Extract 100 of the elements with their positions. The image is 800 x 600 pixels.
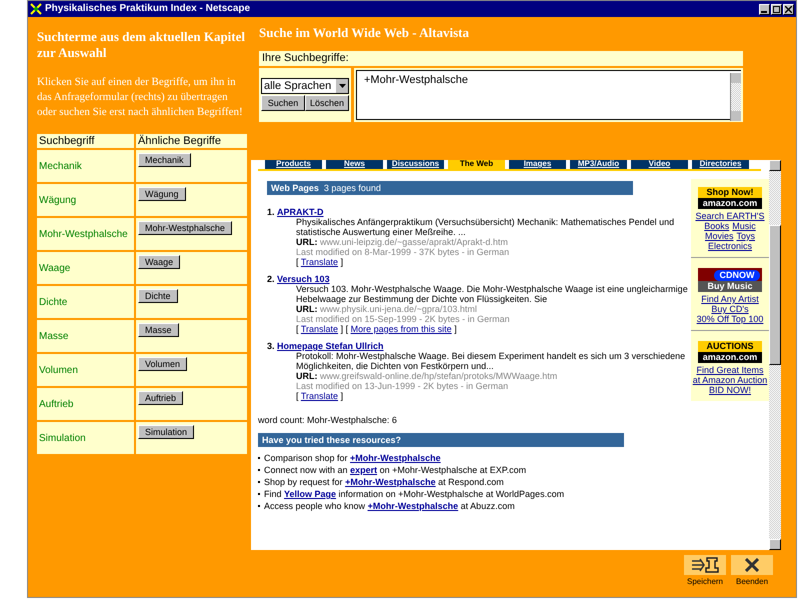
result-snippet: Versuch 103. Mohr-Westphalsche Waage. Die Mohr-Westphalsche Waage ist eine ungleicharmige Hebelwaage zur Bestimmung der Dichte von Flüssigkeiten. Sie [296, 284, 689, 304]
close-icon [785, 6, 792, 12]
term-cell: Dichte [37, 286, 136, 318]
ad-link[interactable]: Music [732, 221, 756, 231]
ad-link[interactable]: Search EARTH'S [695, 211, 765, 221]
form-button[interactable]: Löschen [305, 95, 349, 111]
maximize-icon [773, 6, 780, 12]
bracket: [ [296, 257, 299, 267]
ad-link[interactable]: Electronics [708, 241, 752, 251]
dropdown-caret-icon [338, 84, 346, 88]
term-cell: Masse [37, 320, 136, 352]
auctions-logo[interactable]: AUCTIONS amazon.com [698, 341, 762, 363]
term-cell: Mohr-Westphalsche [37, 218, 136, 250]
term-cell: Auftrieb [37, 388, 136, 420]
language-select[interactable]: alle Sprachen [261, 78, 349, 94]
bracket: [ [296, 391, 299, 401]
result-number: 1. [267, 207, 275, 217]
section-heading: Suche im World Wide Web - Altavista [259, 25, 470, 41]
result-title-link[interactable]: Versuch 103 [277, 274, 330, 284]
result-snippet: Protokoll: Mohr-Westphalsche Waage. Bei diesem Experiment handelt es sich um 3 verschiedene Möglichkeiten, die Dichten von Festkörpern und... [296, 351, 686, 371]
resource-link[interactable]: +Mohr-Westphalsche [350, 453, 441, 463]
resource-link[interactable]: +Mohr-Westphalsche [368, 501, 458, 511]
term-cell: Simulation [37, 422, 136, 454]
similar-term-button[interactable]: Dichte [138, 289, 178, 303]
bracket: ] [340, 391, 344, 401]
tab[interactable]: Directories [692, 160, 749, 169]
similar-term-button[interactable]: Volumen [138, 357, 188, 371]
url-label: URL: [296, 371, 318, 381]
tab[interactable]: The Web [448, 160, 505, 169]
resource-text: Shop by request for +Mohr-Westphalsche at Respond.com [264, 477, 504, 487]
resource-link[interactable]: Yellow Page [284, 489, 336, 499]
result-title-link[interactable]: APRAKT-D [277, 207, 324, 217]
tab[interactable]: MP3/Audio [570, 160, 627, 169]
ad-link[interactable]: Books [704, 221, 730, 231]
close-button[interactable] [783, 4, 794, 14]
export-icon [691, 557, 719, 573]
result-url: www.uni-leipzig.de/~gasse/aprakt/Aprakt-d.htm [320, 237, 508, 247]
result-modified: Last modified on 8-Mar-1999 - 37K bytes - in German [296, 247, 510, 257]
bracket: [ [296, 324, 299, 334]
resource-text: Find Yellow Page information on +Mohr-Westphalsche at WorldPages.com [264, 489, 564, 499]
ad-link[interactable]: 30% Off Top 100 [696, 314, 764, 324]
tab[interactable]: Discussions [387, 160, 444, 169]
resource-link[interactable]: expert [350, 465, 378, 475]
result-title-link[interactable]: Homepage Stefan Ullrich [277, 341, 384, 351]
column-header: Suchbegriff [37, 134, 136, 148]
ad-link[interactable]: BID NOW! [709, 385, 751, 395]
field-label: Ihre Suchbegriffe: [259, 51, 743, 66]
result-modified: Last modified on 15-Sep-1999 - 2K bytes - in German [296, 314, 511, 324]
result-link[interactable]: Translate [300, 257, 338, 267]
similar-term-button[interactable]: Auftrieb [138, 391, 184, 405]
result-link[interactable]: More pages from this site [350, 324, 452, 334]
app-icon [30, 3, 42, 15]
query-field[interactable]: +Mohr-Westphalsche [356, 70, 741, 120]
result-number: 2. [267, 274, 275, 284]
result-modified: Last modified on 13-Jun-1999 - 2K bytes - in German [296, 381, 510, 391]
similar-term-button[interactable]: Masse [138, 323, 179, 337]
minimize-button[interactable] [759, 4, 770, 14]
resource-link[interactable]: +Mohr-Westphalsche [345, 477, 436, 487]
scrollbar[interactable] [730, 73, 741, 121]
cdnow-logo[interactable]: CDNOW Buy Music [698, 268, 762, 292]
section-heading: Suchterme aus dem aktuellen Kapitel zur Auswahl [37, 29, 246, 61]
bracket: ] [340, 324, 344, 334]
ad-link[interactable]: Find Any Artist [701, 294, 759, 304]
resource-text: Comparison shop for +Mohr-Westphalsche [264, 453, 441, 463]
similar-term-button[interactable]: Waage [138, 255, 180, 269]
word-count: word count: Mohr-Westphalsche: 6 [258, 415, 398, 425]
ad-link[interactable]: Toys [736, 231, 756, 241]
similar-term-button[interactable]: Wägung [138, 187, 186, 201]
similar-term-button[interactable]: Mohr-Westphalsche [138, 221, 232, 235]
maximize-button[interactable] [771, 4, 782, 14]
result-number: 3. [267, 341, 275, 351]
ad-link[interactable]: Buy CD's [711, 304, 749, 314]
tab[interactable]: Video [631, 160, 688, 169]
ad-link[interactable]: Find Great Items [696, 365, 764, 375]
tab[interactable]: News [326, 160, 383, 169]
tab[interactable]: Images [509, 160, 566, 169]
result-snippet: Physikalisches Anfängerpraktikum (Versuchsübersicht) Mechanik: Mathematisches Pendel und statistische Auswertung einer Meßreihe. ... [296, 217, 676, 237]
results-count: 3 pages found [324, 182, 381, 195]
form-button[interactable]: Suchen [261, 95, 305, 111]
similar-term-button[interactable]: Mechanik [138, 153, 191, 167]
result-link[interactable]: Translate [300, 324, 338, 334]
tab[interactable]: Products [265, 160, 322, 169]
scrollbar[interactable] [769, 160, 781, 550]
shop-logo[interactable]: Shop Now! amazon.com [698, 187, 762, 209]
window-title: Physikalisches Praktikum Index - Netscape [45, 2, 250, 16]
instruction-text: Klicken Sie auf einen der Begriffe, um ihn in das Anfrageformular (rechts) zu übertragen oder suchen Sie erst nach ähnlichen Begriffen! [37, 75, 244, 120]
results-heading: Web Pages [271, 182, 319, 195]
bracket: ] [454, 324, 457, 334]
close-icon [745, 558, 759, 572]
term-cell: Volumen [37, 354, 136, 386]
term-cell: Waage [37, 252, 136, 284]
bracket: ] [340, 257, 344, 267]
similar-term-button[interactable]: Simulation [138, 425, 194, 439]
resource-text: Connect now with an expert on +Mohr-Westphalsche at EXP.com [264, 465, 526, 475]
ad-link[interactable]: at Amazon Auction [692, 375, 768, 385]
term-cell: Wägung [37, 184, 136, 216]
ad-link[interactable]: Movies [704, 231, 734, 241]
term-cell: Mechanik [37, 150, 136, 182]
result-link[interactable]: Translate [300, 391, 338, 401]
resource-text: Access people who know +Mohr-Westphalsche at Abuzz.com [264, 501, 515, 511]
